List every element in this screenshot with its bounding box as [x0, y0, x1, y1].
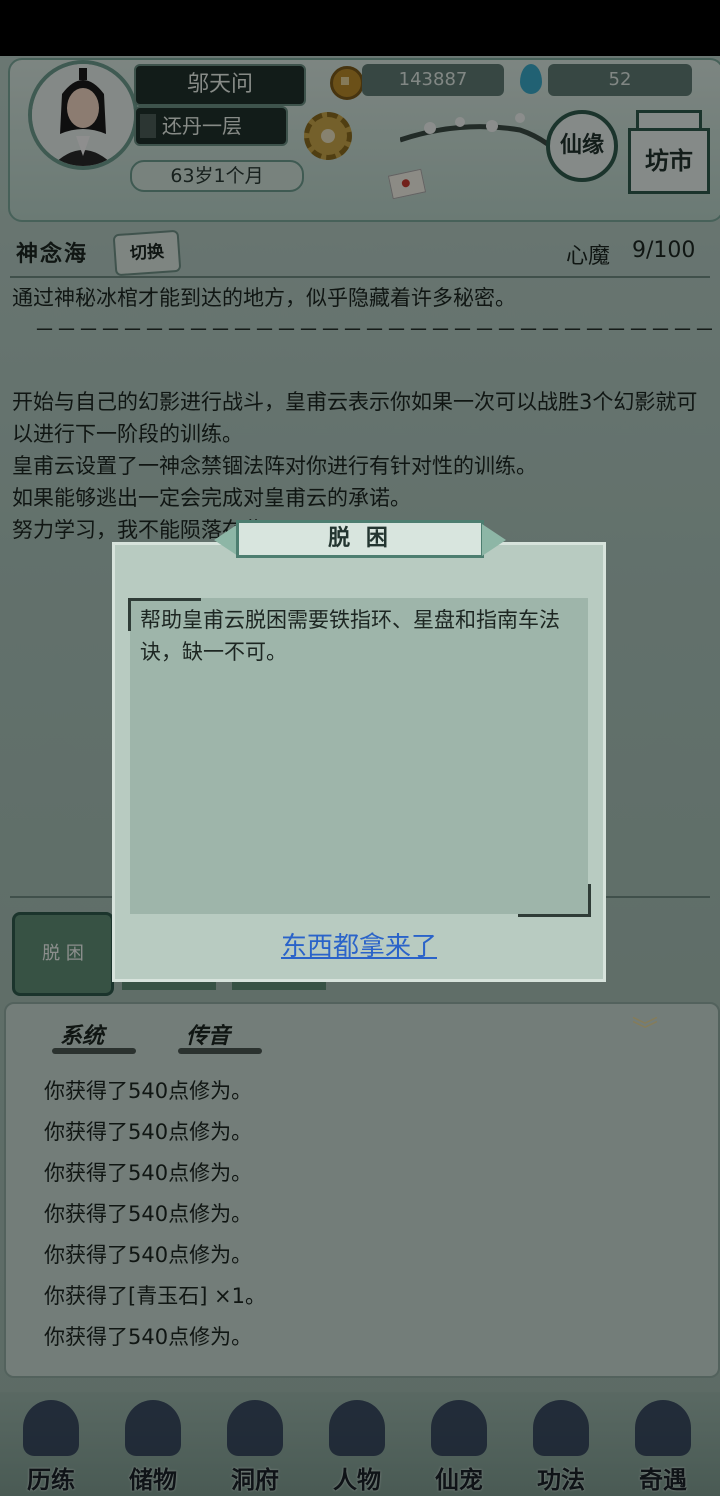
nav-label: 历练: [27, 1466, 75, 1494]
pagoda-icon: [227, 1400, 283, 1456]
status-bar: [0, 0, 720, 56]
nav-label: 储物: [129, 1466, 177, 1494]
ghost-pet-icon: [431, 1400, 487, 1456]
tab-message[interactable]: 传音: [178, 1018, 262, 1054]
spirit-water-drop-icon: [520, 64, 542, 94]
log-entry: 你获得了540点修为。: [44, 1120, 253, 1144]
story-line: 皇甫云设置了一神念禁锢法阵对你进行有针对性的训练。: [12, 454, 537, 478]
switch-location-button[interactable]: 切换: [112, 229, 182, 277]
nav-cave[interactable]: 洞府: [206, 1400, 304, 1494]
avatar[interactable]: [28, 60, 138, 170]
heart-demon-value: 9/100: [632, 238, 696, 263]
location-title: 神念海: [16, 242, 89, 267]
nav-training[interactable]: 历练: [2, 1400, 100, 1494]
plum-branch-icon: [400, 113, 570, 168]
storage-bag-icon: [125, 1400, 181, 1456]
coin-count: 143887: [362, 64, 504, 96]
escape-action-button[interactable]: 脱 困: [12, 912, 114, 996]
spirit-water-count: 52: [548, 64, 692, 96]
story-line: 开始与自己的幻影进行战斗，皇甫云表示你如果一次可以战胜3个幻影就可以进行下一阶段…: [12, 390, 698, 446]
nav-label: 功法: [537, 1466, 585, 1494]
corner-decoration: [518, 884, 591, 917]
nav-label: 人物: [333, 1466, 381, 1494]
dialog-title-ribbon: 脱 困: [214, 520, 506, 560]
nav-character[interactable]: 人物: [308, 1400, 406, 1494]
log-entry: 你获得了540点修为。: [44, 1202, 253, 1226]
dialog-title: 脱 困: [328, 526, 392, 551]
nav-label: 仙宠: [435, 1466, 483, 1494]
log-entry: 你获得了[青玉石] ×1。: [44, 1284, 267, 1308]
collapse-chevron-down-icon[interactable]: ︾: [630, 1016, 660, 1046]
story-separator: －－－－－－－－－－－－－－－－－－－－－－－－－－－－－－－－－－－－－－－－…: [34, 318, 712, 342]
nav-skills[interactable]: 功法: [512, 1400, 610, 1494]
market-button[interactable]: 坊市: [628, 128, 710, 194]
confirm-link[interactable]: 东西都拿来了: [112, 926, 606, 963]
xianyuan-button[interactable]: 仙缘: [546, 110, 618, 182]
tab-message-label: 传音: [186, 1024, 231, 1049]
story-text: 通过神秘冰棺才能到达的地方，似乎隐藏着许多秘密。 －－－－－－－－－－－－－－－…: [12, 282, 712, 546]
story-line: 通过神秘冰棺才能到达的地方，似乎隐藏着许多秘密。: [12, 286, 516, 310]
heart-demon-label: 心魔: [566, 244, 611, 269]
nav-label: 奇遇: [639, 1466, 687, 1494]
log-entry: 你获得了540点修为。: [44, 1243, 253, 1267]
nav-encounter[interactable]: 奇遇: [614, 1400, 712, 1494]
realm-label: 还丹一层: [162, 114, 242, 138]
player-name: 邬天问: [134, 64, 306, 106]
mountain-icon: [23, 1400, 79, 1456]
nav-storage[interactable]: 储物: [104, 1400, 202, 1494]
tab-system-label: 系统: [60, 1024, 105, 1049]
story-line: 如果能够逃出一定会完成对皇甫云的承诺。: [12, 486, 411, 510]
age-label: 63岁1个月: [130, 160, 304, 192]
copper-coin-icon: [330, 66, 364, 100]
dialog-message: 帮助皇甫云脱困需要铁指环、星盘和指南车法诀，缺一不可。: [140, 608, 560, 664]
realm-progress-bar: [140, 114, 156, 138]
log-list: 你获得了540点修为。 你获得了540点修为。 你获得了540点修为。 你获得了…: [44, 1074, 266, 1361]
scroll-book-icon: [533, 1400, 589, 1456]
settings-gear-icon[interactable]: [304, 112, 352, 160]
brush-icon: [635, 1400, 691, 1456]
realm-level: 还丹一层: [134, 106, 288, 146]
divider: [10, 276, 710, 278]
tab-system[interactable]: 系统: [52, 1018, 136, 1054]
nav-label: 洞府: [231, 1466, 279, 1494]
log-entry: 你获得了540点修为。: [44, 1161, 253, 1185]
log-entry: 你获得了540点修为。: [44, 1079, 253, 1103]
person-icon: [329, 1400, 385, 1456]
log-entry: 你获得了540点修为。: [44, 1325, 253, 1349]
nav-pet[interactable]: 仙宠: [410, 1400, 508, 1494]
